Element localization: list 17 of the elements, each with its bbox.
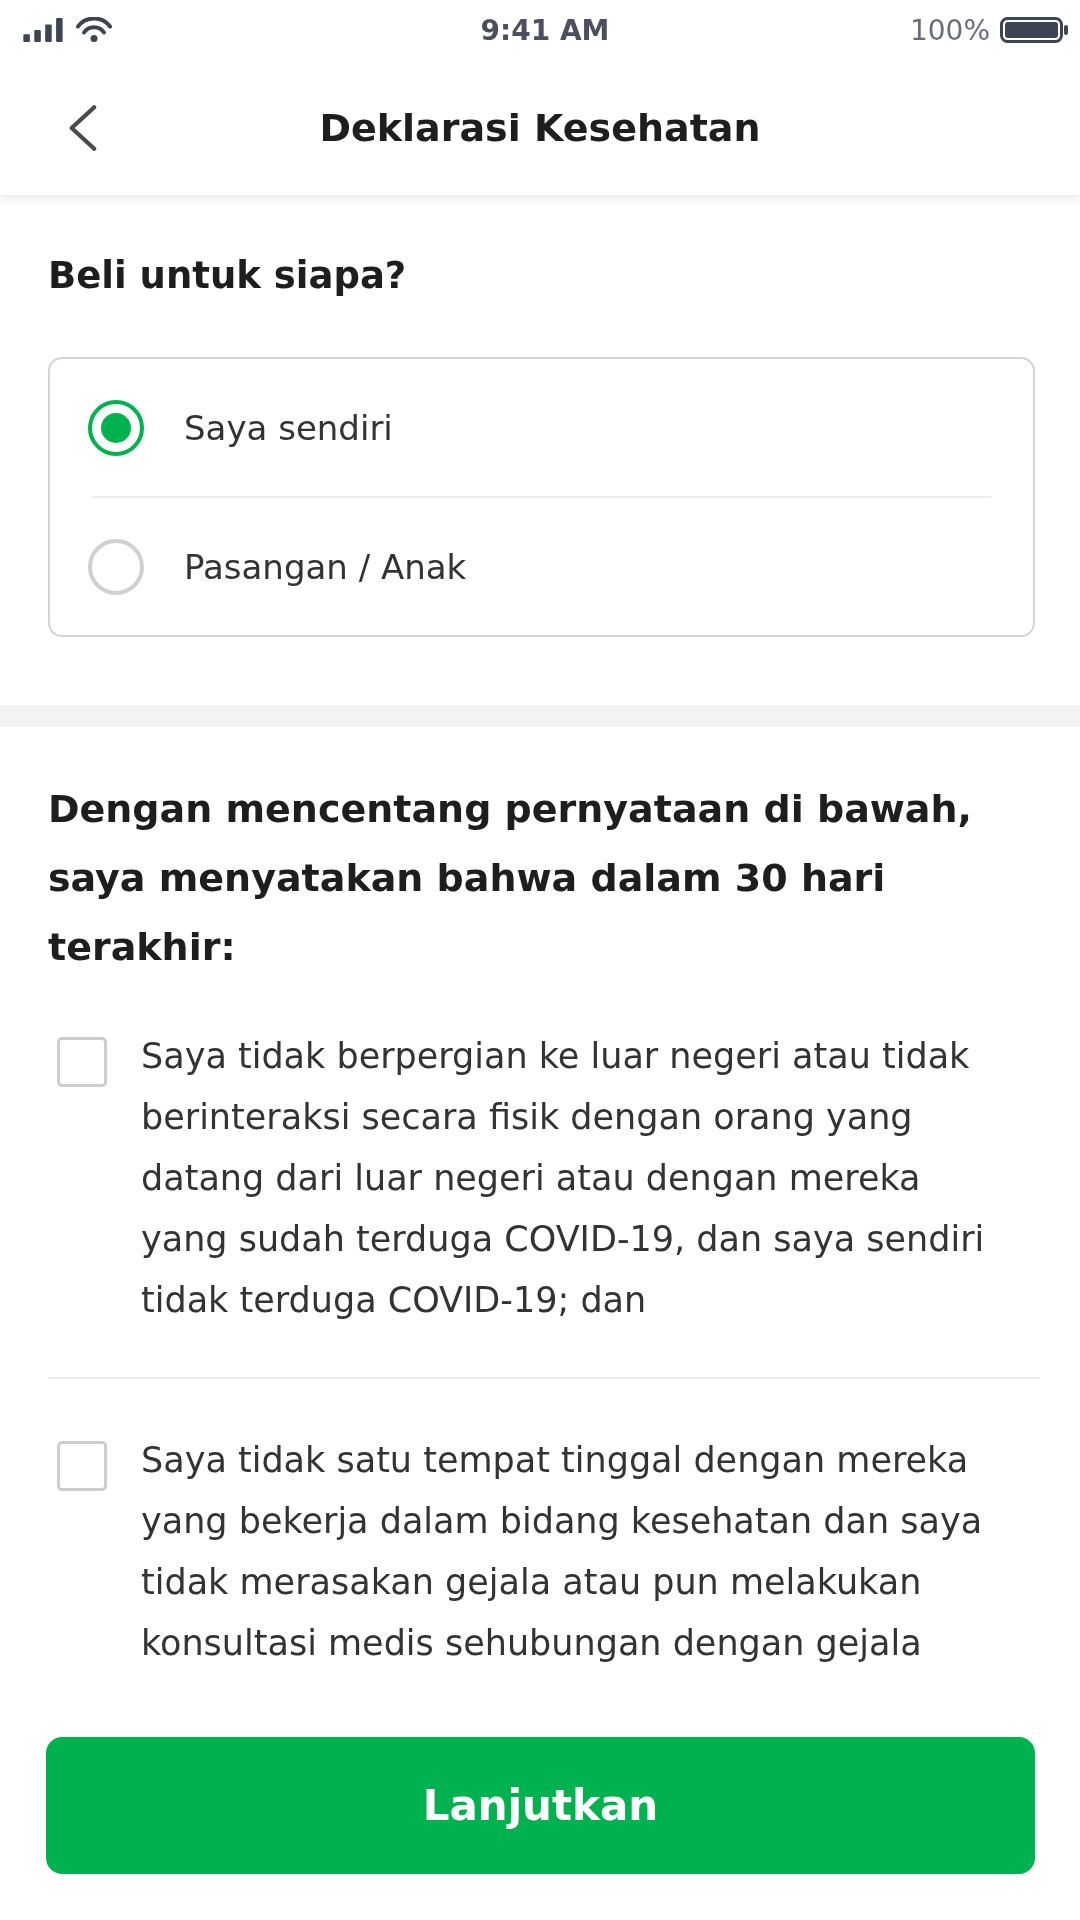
battery-percent: 100% [909,13,990,47]
statement-text: Saya tidak satu tempat tinggal dengan mereka yang bekerja dalam bidang kesehatan dan saya tidak merasakan gejala atau pun melakukan konsultasi medis sehubungan dengan gejala [141,1439,984,1665]
radio-button[interactable] [88,399,144,456]
declaration-heading: Dengan mencentang pernyataan di bawah, saya menyatakan bahwa dalam 30 hari terakhir: [48,786,973,971]
wifi-icon [76,17,112,43]
status-time: 9:41 AM [480,13,610,47]
continue-button[interactable]: Lanjutkan [46,1737,1035,1874]
option-label: Saya sendiri [184,407,393,448]
signal-icon [22,18,64,42]
statement-text: Saya tidak berpergian ke luar negeri atau tidak berinteraksi secara fisik dengan orang yang datang dari luar negeri atau dengan mereka yang sudah terduga COVID-19, dan saya sendiri tidak terduga COVID-19; dan [141,1035,986,1322]
battery-icon [1000,17,1068,43]
option-label: Pasangan / Anak [184,546,467,587]
radio-button[interactable] [88,538,144,595]
section-question: Beli untuk siapa? [48,253,408,299]
checkbox[interactable] [57,1441,107,1491]
page-title: Deklarasi Kesehatan [318,105,762,150]
checkbox[interactable] [57,1037,107,1087]
